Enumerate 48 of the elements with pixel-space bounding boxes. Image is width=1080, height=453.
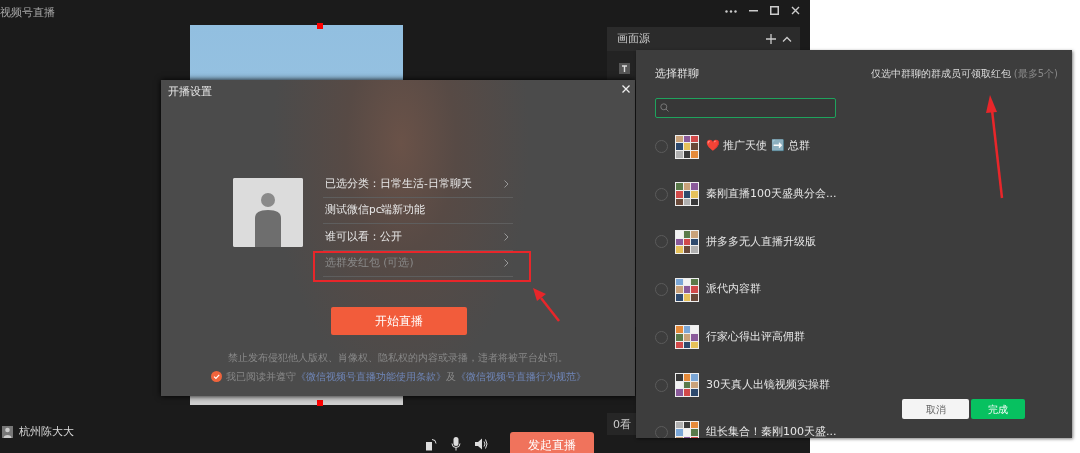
group-avatar [675, 325, 699, 350]
setting-row[interactable]: 已选分类：日常生活-日常聊天 [323, 171, 513, 198]
close-icon[interactable] [791, 6, 800, 15]
group-avatar [675, 277, 699, 302]
window-title: 视频号直播 [0, 5, 55, 21]
group-name: 30天真人出镜视频实操群 [706, 376, 830, 393]
group-name: 组长集合！秦刚100天盛... [706, 424, 837, 438]
group-item[interactable]: 拼多多无人直播升级版 [636, 218, 881, 266]
chevron-up-icon[interactable] [782, 36, 792, 42]
more-icon[interactable] [725, 10, 737, 13]
group-avatar [675, 229, 699, 254]
group-name: 秦刚直播100天盛典分会... [706, 186, 837, 203]
setting-row[interactable]: 谁可以看：公开 [323, 224, 513, 251]
dialog-title: 开播设置 [168, 84, 212, 100]
handle-icon[interactable] [317, 23, 323, 29]
group-name: 行家心得出评高佣群 [706, 329, 805, 346]
setting-row[interactable]: 测试微信pc端新功能 [323, 197, 513, 224]
group-item[interactable]: 派代内容群 [636, 265, 881, 314]
group-item[interactable]: 30天真人出镜视频实操群 [636, 361, 881, 409]
cover-photo-placeholder[interactable] [233, 178, 303, 247]
limit-text: (最多5个) [1013, 67, 1058, 81]
group-name: 拼多多无人直播升级版 [706, 233, 816, 250]
group-avatar [675, 182, 699, 207]
panel-title: 选择群聊 [655, 66, 699, 81]
agreement-checkbox[interactable] [210, 371, 222, 382]
rotate-icon[interactable] [425, 437, 437, 451]
user-name: 杭州陈大大 [19, 424, 74, 440]
avatar-icon [2, 426, 13, 439]
group-item[interactable]: ❤ 推广天使 ➡ 总群 [636, 122, 881, 171]
group-name: 派代内容群 [706, 281, 761, 298]
microphone-icon[interactable] [451, 437, 461, 451]
minimize-icon[interactable] [749, 10, 758, 12]
text-source-icon [619, 63, 630, 74]
group-avatar [675, 134, 699, 159]
maximize-icon[interactable] [770, 6, 779, 15]
group-avatar [675, 373, 699, 398]
panel-title: 画面源 [617, 30, 650, 47]
group-item[interactable]: 秦刚直播100天盛典分会... [636, 170, 881, 219]
search-icon [660, 103, 669, 113]
add-icon[interactable] [766, 34, 776, 44]
cancel-button[interactable]: 取消 [902, 399, 969, 419]
annotation-arrow [533, 288, 560, 322]
speaker-icon[interactable] [475, 438, 488, 450]
group-name: ❤ 推广天使 ➡ 总群 [706, 138, 811, 155]
hint-text: 仅选中群聊的群成员可领取红包 [870, 67, 1011, 81]
group-item[interactable]: 行家心得出评高佣群 [636, 313, 881, 362]
search-field[interactable] [655, 97, 836, 118]
handle-icon[interactable] [317, 400, 323, 406]
